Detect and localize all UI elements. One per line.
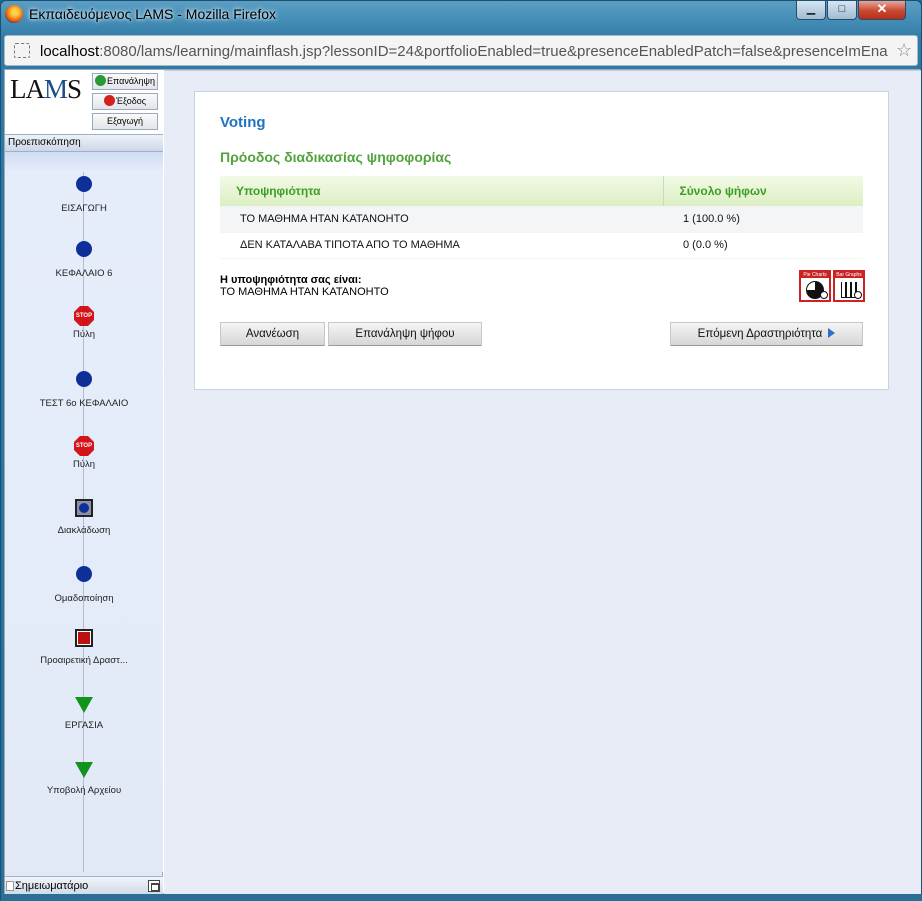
activity-item[interactable]: ΚΕΦΑΛΑΙΟ 6 [5, 241, 163, 279]
learning-progress-map: ΕΙΣΑΓΩΓΗ ΚΕΦΑΛΑΙΟ 6 STOP Πύλη ΤΕΣΤ 6ο ΚΕΦ… [5, 152, 163, 872]
zoom-icon [820, 291, 828, 299]
current-triangle-icon [75, 762, 93, 778]
page-icon [6, 881, 14, 891]
firefox-logo-icon [5, 5, 23, 23]
logo-part-m: M [44, 74, 68, 104]
activity-label: ΤΕΣΤ 6ο ΚΕΦΑΛΑΙΟ [39, 398, 129, 409]
table-row: ΔΕΝ ΚΑΤΑΛΑΒΑ ΤΙΠΟΤΑ ΑΠΟ ΤΟ ΜΑΘΗΜΑ 0 (0.0… [220, 232, 863, 259]
page-content: LAMS Επανάληψη Έξοδος Εξαγωγή Προεπισκόπ… [4, 69, 921, 895]
votes-cell: 0 (0.0 %) [663, 232, 863, 259]
section-heading: Πρόοδος διαδικασίας ψηφοφορίας [220, 149, 452, 165]
activity-item[interactable]: STOP Πύλη [5, 434, 163, 470]
lams-logo: LAMS [10, 74, 82, 105]
activity-item[interactable]: ΕΡΓΑΣΙΑ [5, 697, 163, 731]
branching-icon [75, 499, 93, 517]
completed-dot-icon [76, 176, 92, 192]
bar-chart-icon[interactable]: Bar Graphs [833, 270, 865, 302]
activity-label: Προαιρετική Δραστ... [40, 655, 128, 666]
title-bar[interactable]: Εκπαιδευόμενος LAMS - Mozilla Firefox ▁ … [1, 1, 921, 31]
page-title: Voting [220, 114, 266, 131]
activity-label: Υποβολή Αρχείου [46, 785, 122, 796]
activity-item[interactable]: Διακλάδωση [5, 499, 163, 536]
bookmark-star-icon[interactable]: ☆ [896, 40, 912, 61]
column-header-votes: Σύνολο ψήφων [662, 176, 863, 206]
activity-item[interactable]: ΕΙΣΑΓΩΓΗ [5, 176, 163, 214]
notebook-label: Σημειωματάριο [15, 880, 89, 892]
close-button[interactable]: ✕ [858, 1, 906, 20]
resume-label: Επανάληψη [107, 76, 155, 86]
pie-chart-icon-label: Pie Charts [801, 272, 829, 278]
window-title: Εκπαιδευόμενος LAMS - Mozilla Firefox [29, 6, 277, 22]
activity-item[interactable]: Προαιρετική Δραστ... [5, 629, 163, 666]
nomination-cell: ΤΟ ΜΑΘΗΜΑ ΗΤΑΝ ΚΑΤΑΝΟΗΤΟ [220, 206, 663, 233]
exit-button[interactable]: Έξοδος [92, 93, 158, 110]
address-bar[interactable]: localhost:8080/lams/learning/mainflash.j… [4, 35, 918, 66]
activity-label: ΕΡΓΑΣΙΑ [64, 720, 104, 731]
activity-label: ΚΕΦΑΛΑΙΟ 6 [55, 268, 113, 279]
resume-button[interactable]: Επανάληψη [92, 73, 158, 90]
table-header-row: Υποψηφιότητα Σύνολο ψήφων [220, 176, 863, 206]
pie-chart-icon[interactable]: Pie Charts [799, 270, 831, 302]
next-activity-button[interactable]: Επόμενη Δραστηριότητα [670, 322, 863, 346]
resume-icon [95, 75, 107, 86]
url-host: localhost [40, 43, 100, 60]
votes-table: Υποψηφιότητα Σύνολο ψήφων ΤΟ ΜΑΘΗΜΑ ΗΤΑΝ… [220, 176, 863, 259]
revote-button[interactable]: Επανάληψη ψήφου [328, 322, 482, 346]
activity-label: Διακλάδωση [57, 525, 111, 536]
logo-part-la: LA [10, 74, 45, 104]
browser-window: Εκπαιδευόμενος LAMS - Mozilla Firefox ▁ … [0, 0, 922, 901]
next-activity-label: Επόμενη Δραστηριότητα [697, 328, 823, 340]
voting-card: Voting Πρόοδος διαδικασίας ψηφοφορίας Υπ… [194, 91, 889, 390]
activity-label: ΕΙΣΑΓΩΓΗ [61, 203, 107, 214]
column-header-nomination: Υποψηφιότητα [220, 176, 663, 206]
completed-dot-icon [76, 566, 92, 582]
stop-gate-icon: STOP [74, 436, 94, 456]
logo-part-s: S [67, 74, 82, 104]
refresh-button[interactable]: Ανανέωση [220, 322, 325, 346]
current-triangle-icon [75, 697, 93, 713]
logo-area: LAMS Επανάληψη Έξοδος Εξαγωγή [5, 70, 163, 134]
preview-tab[interactable]: Προεπισκόπηση [5, 134, 163, 152]
notebook-panel[interactable]: Σημειωματάριο [5, 876, 163, 895]
activity-area: Voting Πρόοδος διαδικασίας ψηφοφορίας Υπ… [164, 70, 921, 895]
activity-item[interactable]: ΤΕΣΤ 6ο ΚΕΦΑΛΑΙΟ [5, 371, 163, 409]
bar-chart-icon-label: Bar Graphs [835, 272, 863, 278]
nomination-cell: ΔΕΝ ΚΑΤΑΛΑΒΑ ΤΙΠΟΤΑ ΑΠΟ ΤΟ ΜΑΘΗΜΑ [220, 232, 663, 259]
stop-gate-icon: STOP [74, 306, 94, 326]
your-nomination-label: Η υποψηφιότητα σας είναι: [220, 274, 362, 286]
export-button[interactable]: Εξαγωγή [92, 113, 158, 130]
activity-label: Πύλη [72, 329, 96, 340]
exit-label: Έξοδος [115, 96, 147, 106]
exit-icon [103, 95, 115, 106]
your-nomination-value: ΤΟ ΜΑΘΗΜΑ ΗΤΑΝ ΚΑΤΑΝΟΗΤΟ [220, 286, 389, 298]
completed-dot-icon [76, 371, 92, 387]
lams-sidebar: LAMS Επανάληψη Έξοδος Εξαγωγή Προεπισκόπ… [5, 70, 163, 895]
optional-activity-icon [75, 629, 93, 647]
activity-item[interactable]: Ομαδοποίηση [5, 566, 163, 604]
page-icon [14, 43, 30, 58]
minimize-button[interactable]: ▁ [796, 1, 826, 20]
your-nomination: Η υποψηφιότητα σας είναι: ΤΟ ΜΑΘΗΜΑ ΗΤΑΝ… [220, 274, 389, 298]
maximize-panel-icon[interactable] [148, 880, 160, 892]
activity-label: Πύλη [72, 459, 96, 470]
arrow-right-icon [828, 328, 836, 338]
completed-dot-icon [76, 241, 92, 257]
table-row: ΤΟ ΜΑΘΗΜΑ ΗΤΑΝ ΚΑΤΑΝΟΗΤΟ 1 (100.0 %) [220, 206, 863, 233]
activity-item[interactable]: STOP Πύλη [5, 304, 163, 340]
url-text[interactable]: localhost:8080/lams/learning/mainflash.j… [40, 43, 890, 60]
activity-item[interactable]: Υποβολή Αρχείου [5, 762, 163, 796]
votes-cell: 1 (100.0 %) [663, 206, 863, 233]
url-path: :8080/lams/learning/mainflash.jsp?lesson… [99, 43, 888, 60]
zoom-icon [854, 291, 862, 299]
maximize-button[interactable]: □ [827, 1, 857, 20]
activity-label: Ομαδοποίηση [54, 593, 114, 604]
